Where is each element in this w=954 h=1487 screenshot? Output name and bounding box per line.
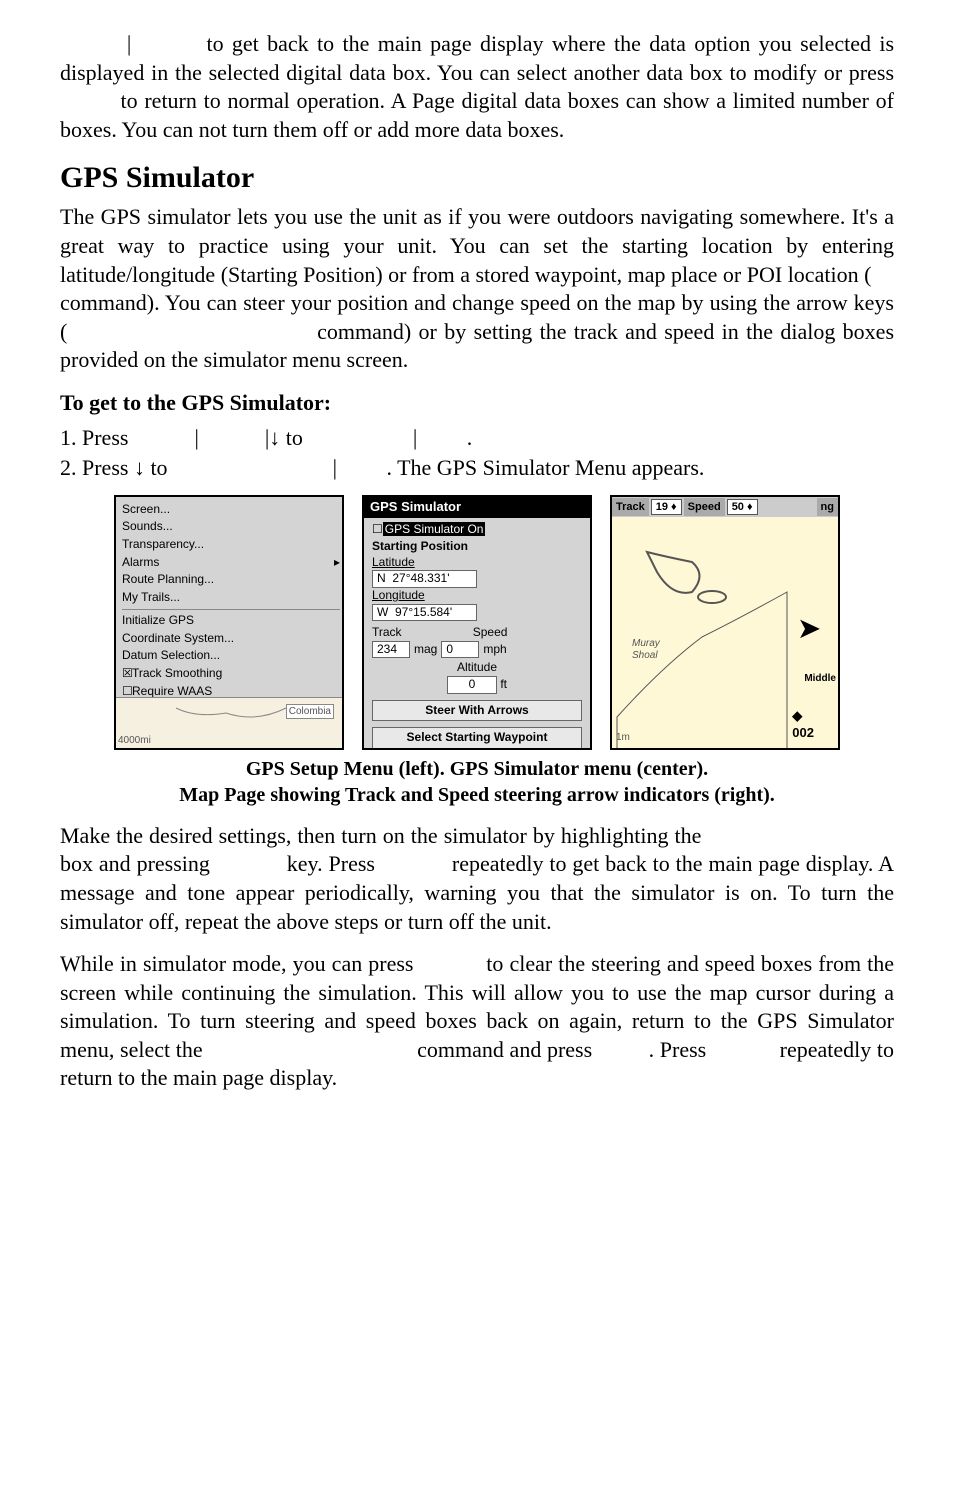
para3-c: key. Press <box>287 851 375 876</box>
intro-bar: | <box>127 31 131 56</box>
menu-item-label: Require WAAS <box>132 684 212 698</box>
sim-on-row[interactable]: ☐GPS Simulator On <box>372 522 582 538</box>
para-3: Make the desired settings, then turn on … <box>60 822 894 936</box>
altitude-field[interactable]: 0 <box>447 676 497 694</box>
step1-bar2: | <box>413 425 417 450</box>
step2-pre: 2. Press ↓ to <box>60 455 168 480</box>
para3-a: Make the desired settings, then turn on … <box>60 823 701 848</box>
step-2: 2. Press ↓ to | . The GPS Simulator Menu… <box>60 454 894 483</box>
para3-b: box and pressing <box>60 851 210 876</box>
para4-a: While in simulator mode, you can press <box>60 951 414 976</box>
caption-line-1: GPS Setup Menu (left). GPS Simulator men… <box>246 758 708 780</box>
place-label-shoal: Shoal <box>632 649 658 662</box>
map-topbar: Track 19 ♦ Speed 50 ♦ ng <box>612 497 838 517</box>
para4-c: command and press <box>417 1037 592 1062</box>
topbar-suffix: ng <box>817 498 838 516</box>
lon-prefix: W <box>377 605 388 619</box>
subheading-get-to-sim: To get to the GPS Simulator: <box>60 389 894 418</box>
panel-title: GPS Simulator <box>364 497 590 518</box>
menu-item-label: Track Smoothing <box>132 666 222 680</box>
scale-label: 1m <box>616 731 630 744</box>
menu-item[interactable]: Datum Selection... <box>122 647 340 665</box>
map-area[interactable]: ➤ Muray Shoal Middle ◆002 1m <box>612 517 838 748</box>
step-1: 1. Press | |↓ to | . <box>60 424 894 453</box>
track-speed-labels: Track Speed <box>372 625 582 641</box>
menu-item-label: Alarms <box>122 555 159 569</box>
para-2: The GPS simulator lets you use the unit … <box>60 203 894 375</box>
step1-arrow: |↓ to <box>265 425 303 450</box>
topbar-speed-label: Speed <box>684 498 725 516</box>
lat-value: 27°48.331' <box>392 571 449 585</box>
step1-bar1: | <box>194 425 198 450</box>
speed-field[interactable]: 0 <box>441 641 479 659</box>
country-label: Colombia <box>286 704 334 719</box>
topbar-track-value[interactable]: 19 ♦ <box>651 499 682 515</box>
north-arrow-icon: ➤ <box>798 612 820 646</box>
menu-item[interactable]: Alarms▸ <box>122 554 340 572</box>
intro-text-2: to return to normal operation. A Page di… <box>60 88 894 142</box>
lon-value: 97°15.584' <box>395 605 452 619</box>
sim-on-label: GPS Simulator On <box>383 522 486 536</box>
heading-gps-simulator: GPS Simulator <box>60 158 894 197</box>
figure-caption: GPS Setup Menu (left). GPS Simulator men… <box>60 756 894 808</box>
longitude-label: Longitude <box>372 588 582 604</box>
menu-item[interactable]: Route Planning... <box>122 571 340 589</box>
intro-text-1: to get back to the main page display whe… <box>60 31 894 85</box>
bearing-value: ◆002 <box>792 708 814 742</box>
checkbox-icon: ☒ <box>122 666 132 682</box>
altitude-row: 0 ft <box>372 676 582 694</box>
panel-body: ☐GPS Simulator On Starting Position Lati… <box>364 518 590 750</box>
map-preview: Colombia 4000mi <box>116 697 342 748</box>
figures-row: Screen... Sounds... Transparency... Alar… <box>60 495 894 750</box>
track-speed-fields: 234 mag 0 mph <box>372 641 582 659</box>
panel-map-page: Track 19 ♦ Speed 50 ♦ ng ➤ Muray Shoal M… <box>610 495 840 750</box>
menu-item[interactable]: Coordinate System... <box>122 630 340 648</box>
topbar-track-label: Track <box>612 498 649 516</box>
menu-item[interactable]: Transparency... <box>122 536 340 554</box>
panel-gps-simulator: GPS Simulator ☐GPS Simulator On Starting… <box>362 495 592 750</box>
step2-end: . The GPS Simulator Menu appears. <box>386 455 704 480</box>
menu-item-check[interactable]: ☒Track Smoothing <box>122 665 340 683</box>
step1-end: . <box>467 425 473 450</box>
step2-bar: | <box>333 455 337 480</box>
menu-item[interactable]: Sounds... <box>122 518 340 536</box>
menu-item[interactable]: Screen... <box>122 501 340 519</box>
altitude-unit: ft <box>500 677 507 691</box>
track-label: Track <box>372 625 402 641</box>
separator <box>122 609 340 610</box>
para2-a: The GPS simulator lets you use the unit … <box>60 204 894 286</box>
track-field[interactable]: 234 <box>372 641 410 659</box>
speed-label: Speed <box>473 625 508 641</box>
step1-pre: 1. Press <box>60 425 128 450</box>
speed-unit: mph <box>483 642 506 658</box>
middle-label: Middle <box>804 672 836 685</box>
altitude-label: Altitude <box>372 660 582 676</box>
menu-item[interactable]: My Trails... <box>122 589 340 607</box>
panel-gps-setup-menu: Screen... Sounds... Transparency... Alar… <box>114 495 344 750</box>
para-4: While in simulator mode, you can press t… <box>60 950 894 1093</box>
para4-d: . Press <box>649 1037 707 1062</box>
latitude-field[interactable]: N 27°48.331' <box>372 570 477 588</box>
starting-position-label: Starting Position <box>372 539 582 555</box>
scale-label: 4000mi <box>118 734 151 747</box>
page: | to get back to the main page display w… <box>0 0 954 1167</box>
lat-prefix: N <box>377 571 386 585</box>
steer-with-arrows-button[interactable]: Steer With Arrows <box>372 700 582 722</box>
select-starting-waypoint-button[interactable]: Select Starting Waypoint <box>372 727 582 749</box>
intro-paragraph: | to get back to the main page display w… <box>60 30 894 144</box>
topbar-speed-value[interactable]: 50 ♦ <box>727 499 758 515</box>
menu-item[interactable]: Initialize GPS <box>122 612 340 630</box>
longitude-field[interactable]: W 97°15.584' <box>372 604 477 622</box>
para2-c: command) or by setting the track and spe… <box>60 319 894 373</box>
latitude-label: Latitude <box>372 555 582 571</box>
track-unit: mag <box>414 642 437 658</box>
caption-line-2: Map Page showing Track and Speed steerin… <box>179 784 775 806</box>
